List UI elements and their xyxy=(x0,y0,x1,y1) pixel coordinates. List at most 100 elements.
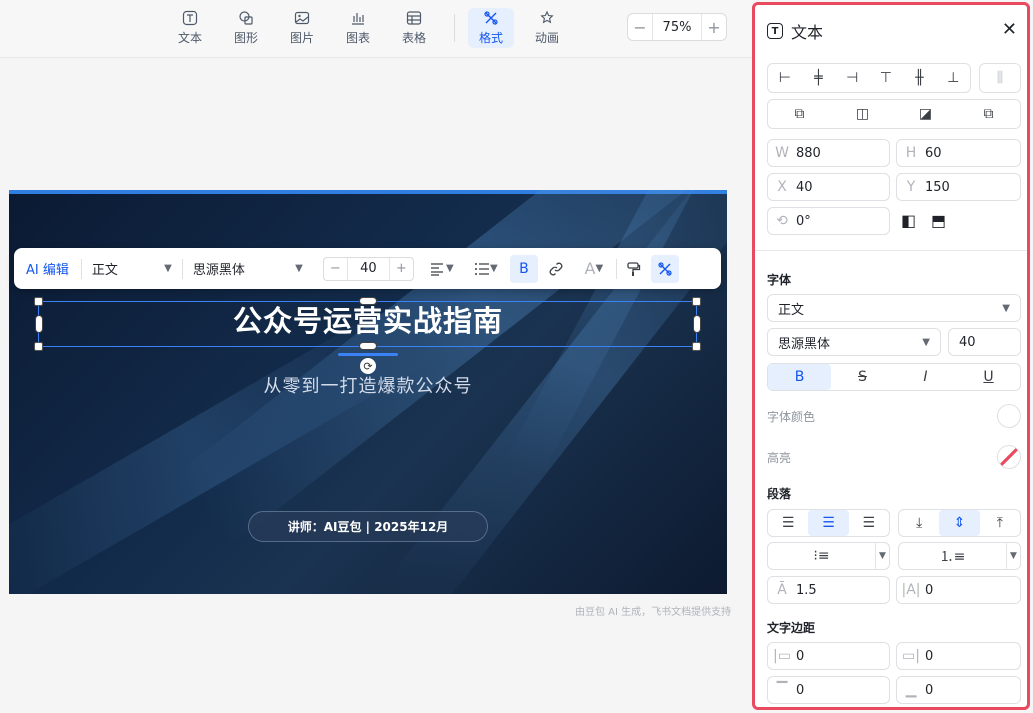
align-center-h-icon[interactable]: ╪ xyxy=(802,64,836,92)
italic-button[interactable]: I xyxy=(894,364,957,390)
resize-handle-top[interactable] xyxy=(359,297,377,305)
font-family-value: 思源黑体 xyxy=(778,336,831,352)
highlight-color-swatch[interactable] xyxy=(997,445,1021,469)
padding-top-field[interactable]: ▔ 0 xyxy=(767,676,890,704)
flip-vertical-icon[interactable]: ⬒ xyxy=(931,211,946,230)
link-button[interactable] xyxy=(542,255,570,283)
format-painter-button[interactable] xyxy=(619,255,647,283)
zoom-control: − 75% + xyxy=(627,13,727,41)
zoom-in-button[interactable]: + xyxy=(702,14,726,40)
list-dropdown[interactable]: ▼ xyxy=(466,255,506,283)
align-top-icon[interactable]: ⊤ xyxy=(869,64,903,92)
distribute-icon: ⫼ xyxy=(996,70,1004,86)
valign-top-icon[interactable]: ⤒ xyxy=(980,510,1020,536)
padding-right-value: 0 xyxy=(925,648,934,664)
chevron-down-icon: ▼ xyxy=(295,263,303,274)
numbered-list-select[interactable]: ⒈≡ ▼ xyxy=(898,542,1021,570)
format-painter-icon xyxy=(627,261,641,276)
paragraph-style-select[interactable]: 正文 ▼ xyxy=(767,294,1021,322)
resize-handle-top-left[interactable] xyxy=(34,297,43,306)
ai-edit-button[interactable]: AI 编辑 xyxy=(26,259,69,278)
letter-spacing-value: 0 xyxy=(925,582,934,598)
text-color-icon: A xyxy=(584,259,596,278)
resize-handle-top-right[interactable] xyxy=(692,297,701,306)
width-value: 880 xyxy=(796,145,821,161)
resize-handle-bottom-left[interactable] xyxy=(34,342,43,351)
text-align-center-icon[interactable]: ☰ xyxy=(808,510,849,536)
font-size-stepper: − 40 + xyxy=(322,256,414,281)
font-size-input[interactable]: 40 xyxy=(948,328,1021,356)
letter-spacing-field[interactable]: |A| 0 xyxy=(896,576,1021,604)
paragraph-style-value: 正文 xyxy=(778,302,805,318)
height-field[interactable]: H 60 xyxy=(896,139,1021,167)
insert-text-label: 文本 xyxy=(177,31,202,45)
distribute-dropdown[interactable]: ⫼ xyxy=(979,63,1021,93)
insert-shape-button[interactable]: 图形 xyxy=(223,8,269,48)
align-middle-v-icon[interactable]: ╫ xyxy=(903,64,937,92)
format-button[interactable]: 格式 xyxy=(468,8,514,48)
format-icon xyxy=(484,11,498,25)
animation-icon xyxy=(540,10,554,24)
format-toggle-button[interactable] xyxy=(650,254,679,283)
panel-title: 文本 xyxy=(791,23,824,42)
top-toolbar: 文本 图形 图片 图表 表格 格式 动画 − 75% + xyxy=(0,0,752,58)
padding-left-icon: |▭ xyxy=(773,648,791,664)
bold-button[interactable]: B xyxy=(768,364,831,390)
text-align-left-icon[interactable]: ☰ xyxy=(768,510,808,536)
font-size-increase[interactable]: + xyxy=(388,257,413,280)
resize-handle-bottom[interactable] xyxy=(359,342,377,350)
zoom-out-button[interactable]: − xyxy=(628,14,652,40)
table-icon xyxy=(406,11,422,25)
underline-button[interactable]: U xyxy=(957,364,1020,390)
padding-bottom-value: 0 xyxy=(925,682,934,698)
align-dropdown[interactable]: ▼ xyxy=(422,255,462,283)
x-value: 40 xyxy=(796,179,813,195)
font-size-value[interactable]: 40 xyxy=(348,261,389,276)
padding-left-field[interactable]: |▭ 0 xyxy=(767,642,890,670)
style-select[interactable]: 正文 ▼ xyxy=(82,248,182,289)
insert-text-button[interactable]: 文本 xyxy=(167,8,213,48)
text-align-right-icon[interactable]: ☰ xyxy=(849,510,889,536)
bold-button[interactable]: B xyxy=(509,254,538,283)
bullet-list-select[interactable]: ⁝≡ ▼ xyxy=(767,542,890,570)
strikethrough-button[interactable]: S xyxy=(831,364,894,390)
resize-handle-bottom-right[interactable] xyxy=(692,342,701,351)
y-field[interactable]: Y 150 xyxy=(896,173,1021,201)
font-size-decrease[interactable]: − xyxy=(324,257,348,280)
line-height-field[interactable]: Ā 1.5 xyxy=(767,576,890,604)
zoom-value[interactable]: 75% xyxy=(652,14,702,40)
slide-subtitle[interactable]: 从零到一打造爆款公众号 xyxy=(39,372,697,398)
resize-handle-right[interactable] xyxy=(693,315,701,333)
x-field[interactable]: X 40 xyxy=(767,173,890,201)
font-color-swatch[interactable] xyxy=(997,404,1021,428)
insert-chart-button[interactable]: 图表 xyxy=(335,8,381,48)
rotation-field[interactable]: ⟲ 0° xyxy=(767,207,890,235)
width-field[interactable]: W 880 xyxy=(767,139,890,167)
chart-icon xyxy=(352,13,364,25)
font-select[interactable]: 思源黑体 ▼ xyxy=(183,248,313,289)
align-left-icon[interactable]: ⊢ xyxy=(768,64,802,92)
animation-button[interactable]: 动画 xyxy=(524,8,570,48)
bring-front-icon[interactable]: ◫ xyxy=(831,100,894,128)
align-bottom-icon[interactable]: ⊥ xyxy=(936,64,970,92)
presenter-badge[interactable]: 讲师：AI豆包 | 2025年12月 xyxy=(248,511,488,542)
resize-handle-left[interactable] xyxy=(35,315,43,333)
insert-image-button[interactable]: 图片 xyxy=(279,8,325,48)
align-right-icon[interactable]: ⊣ xyxy=(835,64,869,92)
y-label: Y xyxy=(906,179,916,195)
send-back-icon[interactable]: ◪ xyxy=(894,100,957,128)
floating-text-toolbar: AI 编辑 正文 ▼ 思源黑体 ▼ − 40 + ▼ ▼ B A ▼ xyxy=(14,248,721,289)
padding-bottom-field[interactable]: ▁ 0 xyxy=(896,676,1021,704)
insert-table-button[interactable]: 表格 xyxy=(391,8,437,48)
close-icon[interactable]: ✕ xyxy=(1002,19,1017,40)
rotate-handle-icon[interactable]: ⟳ xyxy=(360,358,376,374)
chevron-down-icon: ▼ xyxy=(1006,543,1020,569)
font-family-select[interactable]: 思源黑体 ▼ xyxy=(767,328,941,356)
valign-middle-icon[interactable]: ⇕ xyxy=(939,510,980,536)
padding-right-field[interactable]: ▭| 0 xyxy=(896,642,1021,670)
send-backward-icon[interactable]: ⧉ xyxy=(957,100,1020,128)
text-color-dropdown[interactable]: A ▼ xyxy=(574,255,614,283)
bring-forward-icon[interactable]: ⧉ xyxy=(768,100,831,128)
flip-horizontal-icon[interactable]: ◧ xyxy=(901,211,916,230)
valign-bottom-icon[interactable]: ⤓ xyxy=(899,510,939,536)
